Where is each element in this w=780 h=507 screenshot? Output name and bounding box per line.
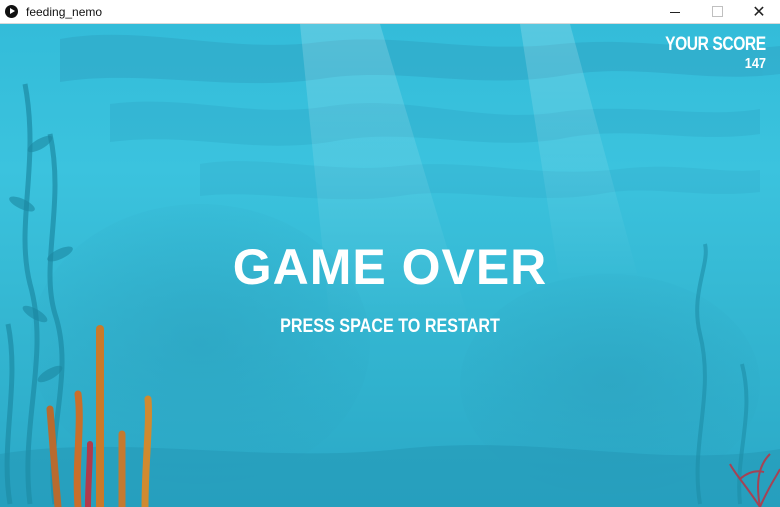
app-icon (5, 5, 18, 18)
minimize-icon (670, 11, 680, 13)
minimize-button[interactable] (654, 0, 696, 23)
close-icon: ✕ (752, 2, 766, 21)
game-over-title: GAME OVER (232, 239, 548, 295)
title-bar: feeding_nemo ✕ (0, 0, 780, 24)
window-title: feeding_nemo (26, 4, 103, 19)
score-label: YOUR SCORE (665, 34, 766, 55)
game-window: feeding_nemo ✕ YOUR SCORE 147 GAME OVER … (0, 0, 780, 507)
restart-prompt: PRESS SPACE TO RESTART (280, 316, 500, 337)
game-canvas[interactable]: YOUR SCORE 147 GAME OVER PRESS SPACE TO … (0, 24, 780, 507)
score-value: 147 (744, 55, 766, 72)
maximize-icon (711, 6, 723, 17)
close-button[interactable]: ✕ (738, 0, 780, 23)
window-controls: ✕ (654, 0, 780, 23)
maximize-button[interactable] (696, 0, 738, 23)
